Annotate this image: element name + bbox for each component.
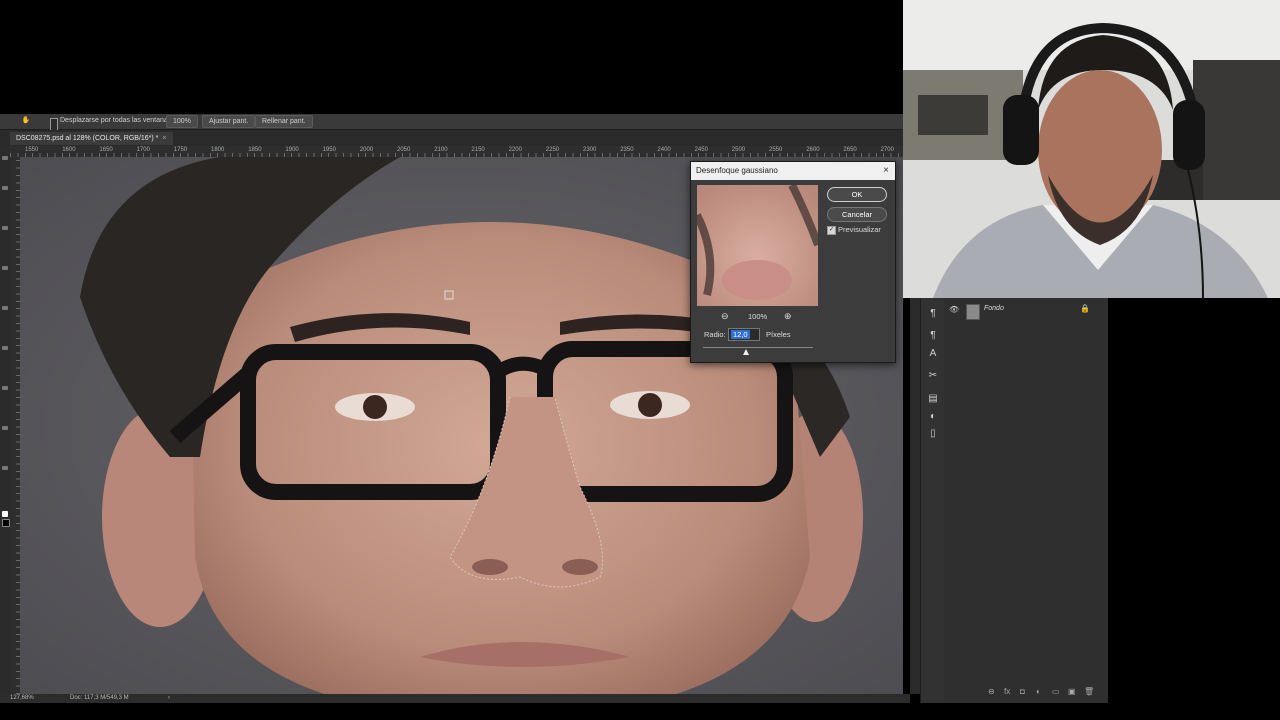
preview-zoom-level: 100% (748, 312, 768, 321)
tool-icon[interactable] (2, 426, 8, 430)
ruler-tick-label: 1850 (248, 147, 262, 153)
ruler-tick-label: 2350 (620, 147, 634, 153)
zoom-in-icon[interactable]: ⊕ (784, 311, 792, 322)
tool-icon[interactable] (2, 226, 8, 230)
person-face (1038, 70, 1162, 230)
new-layer-icon[interactable]: ▣ (1068, 686, 1076, 698)
preview-label: Previsualizar (838, 225, 881, 234)
ruler-tick-label: 1950 (322, 147, 336, 153)
scroll-all-windows-label: Desplazarse por todas las ventanas (60, 117, 172, 124)
panel-icon-dock: ¶ ¶ A ✂ ▤ ◐ ▯ (920, 298, 945, 703)
radius-unit-label: Píxeles (766, 330, 791, 339)
ruler-tick-label: 1700 (136, 147, 150, 153)
ruler-tick-label: 2050 (397, 147, 411, 153)
headphone-right (1173, 100, 1205, 170)
dialog-title: Desenfoque gaussiano (696, 166, 778, 175)
ruler-tick-label: 2150 (471, 147, 485, 153)
layers-panel: 👁 Fondo 🔒 ⊖ fx ◘ ◐ ▭ ▣ 🗑 (944, 298, 1108, 703)
zoom-out-icon[interactable]: ⊖ (721, 311, 729, 322)
cancel-button[interactable]: Cancelar (827, 207, 887, 222)
radius-input[interactable]: 12,0 (728, 328, 760, 341)
tool-icon[interactable] (2, 386, 8, 390)
layers-footer: ⊖ fx ◘ ◐ ▭ ▣ 🗑 (944, 686, 1108, 698)
tool-icon[interactable] (2, 186, 8, 190)
fill-screen-button[interactable]: Rellenar pant. (255, 115, 313, 128)
bottom-letterbox (0, 703, 1280, 720)
histogram-icon[interactable]: ▤ (927, 393, 939, 405)
layer-row-fondo[interactable]: 👁 Fondo 🔒 (944, 300, 1108, 320)
lock-icon[interactable]: 🔒 (1080, 304, 1090, 313)
document-tab-bar: DSC08275.psd al 128% (COLOR, RGB/16*) * × (0, 130, 903, 146)
radius-slider-track[interactable] (703, 347, 813, 348)
ok-button[interactable]: OK (827, 187, 887, 202)
ruler-tick-label: 1650 (99, 147, 113, 153)
add-mask-icon[interactable]: ◘ (1020, 686, 1025, 698)
ruler-tick-label: 2700 (880, 147, 894, 153)
layer-name: Fondo (984, 305, 1004, 312)
dialog-title-bar[interactable]: Desenfoque gaussiano × (691, 162, 895, 180)
status-arrow-icon[interactable]: › (168, 694, 170, 703)
ruler-tick-label: 1750 (173, 147, 188, 153)
ruler-tick-label: 2250 (545, 147, 560, 153)
webcam-overlay (903, 0, 1280, 298)
visibility-eye-icon[interactable]: 👁 (949, 305, 959, 314)
ruler-tick-label: 1600 (62, 147, 76, 153)
preview-checkbox[interactable]: ✓ (827, 226, 836, 235)
fit-screen-button[interactable]: Ajustar pant. (202, 115, 256, 128)
close-icon[interactable]: × (883, 162, 889, 180)
ruler-tick-label: 1900 (285, 147, 299, 153)
tool-icon[interactable] (2, 266, 8, 270)
tool-icon[interactable] (2, 466, 8, 470)
ruler-tick-label: 2500 (731, 147, 746, 153)
adjustments-icon[interactable]: ◐ (927, 411, 939, 423)
preview-image (697, 185, 818, 306)
tools-panel (0, 146, 10, 694)
webcam-video (903, 0, 1280, 298)
ruler-tick-label: 2100 (434, 147, 448, 153)
ruler-tick-label: 2550 (769, 147, 783, 153)
link-layers-icon[interactable]: ⊖ (988, 686, 995, 698)
blur-preview[interactable] (697, 185, 818, 306)
new-group-icon[interactable]: ▭ (1052, 686, 1060, 698)
document-tab-label: DSC08275.psd al 128% (COLOR, RGB/16*) * (16, 135, 159, 142)
trash-icon[interactable]: 🗑 (1084, 686, 1094, 698)
ruler-tick-label: 2450 (694, 147, 708, 153)
radius-label: Radio: (704, 330, 726, 339)
status-bar: 127,68% Doc: 117,3 M/549,3 M › (0, 694, 910, 703)
tool-icon[interactable] (2, 306, 8, 310)
gaussian-blur-dialog: Desenfoque gaussiano × OK Cancelar ✓ Pre… (690, 161, 896, 363)
background-color-swatch[interactable] (2, 519, 10, 527)
headphone-left (1003, 95, 1039, 165)
layer-thumbnail (966, 304, 980, 320)
ruler-tick-label: 2600 (806, 147, 820, 153)
ruler-tick-label: 2200 (508, 147, 522, 153)
ruler-tick-label: 1550 (25, 147, 39, 153)
options-bar: ✋ Desplazarse por todas las ventanas 100… (0, 114, 903, 132)
character-icon[interactable]: A (927, 348, 939, 360)
tool-icon[interactable] (2, 156, 8, 160)
paragraph-style-icon[interactable]: ¶ (927, 330, 939, 342)
document-tab[interactable]: DSC08275.psd al 128% (COLOR, RGB/16*) * × (10, 132, 173, 145)
close-tab-icon[interactable]: × (162, 135, 166, 142)
adjustment-layer-icon[interactable]: ◐ (1036, 686, 1041, 698)
vertical-ruler (10, 157, 20, 694)
document-info: Doc: 117,3 M/549,3 M (70, 695, 129, 701)
ruler-tick-label: 2000 (359, 147, 374, 153)
radius-slider-thumb[interactable] (743, 349, 749, 355)
foreground-color-swatch[interactable] (2, 511, 8, 517)
ruler-tick-label: 2300 (583, 147, 597, 153)
tool-icon[interactable] (2, 346, 8, 350)
radius-value: 12,0 (731, 330, 750, 339)
zoom-readout[interactable]: 127,68% (10, 694, 34, 703)
zoom-100-button[interactable]: 100% (166, 115, 198, 128)
fx-icon[interactable]: fx (1004, 686, 1010, 698)
ruler-tick-label: 1800 (211, 147, 225, 153)
properties-icon[interactable]: ▯ (927, 428, 939, 440)
tool-preset-icon[interactable]: ✂ (927, 370, 939, 382)
paragraph-icon[interactable]: ¶ (927, 308, 939, 320)
ruler-tick-label: 2400 (657, 147, 671, 153)
hand-tool-icon[interactable]: ✋ (20, 115, 32, 127)
ruler-tick-label: 2650 (843, 147, 857, 153)
